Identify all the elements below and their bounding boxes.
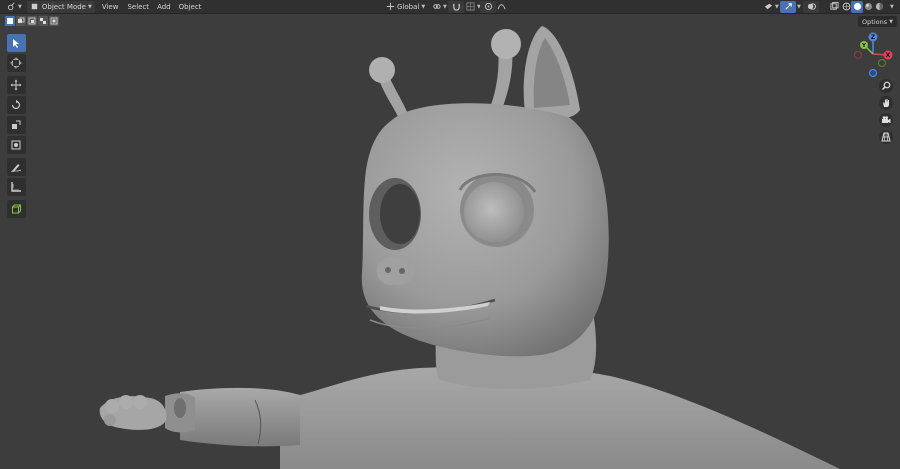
pivot-point-dropdown[interactable]: ▼ [428, 1, 450, 13]
navigation-gizmo[interactable]: Z X Y [852, 32, 894, 80]
chevron-down-icon: ▼ [18, 3, 22, 10]
select-intersect-icon [50, 17, 58, 25]
visibility-dropdown[interactable]: ▼ [760, 1, 782, 13]
select-new-icon [7, 18, 13, 24]
select-cursor-icon [13, 39, 19, 48]
rendered-shading-icon [874, 2, 884, 12]
chevron-down-icon: ▼ [797, 3, 801, 10]
falloff-curve-icon [496, 2, 506, 12]
tool-scale[interactable] [6, 116, 26, 134]
menu-view[interactable]: View [99, 1, 122, 13]
menu-add[interactable]: Add [154, 1, 174, 13]
axis-neg-z-handle [868, 68, 878, 78]
transform-icon [11, 140, 21, 150]
select-extend-icon [18, 17, 25, 23]
snap-magnet-icon [451, 2, 461, 12]
select-extend-button[interactable] [16, 16, 26, 26]
zoom-button[interactable] [879, 79, 893, 93]
viewport-header: ▼ Object Mode ▼ View Select Add Object G… [0, 0, 900, 14]
measure-ruler-icon [11, 182, 21, 192]
select-subtract-icon [28, 17, 36, 25]
axis-neg-x-handle [853, 50, 863, 60]
axis-z-label: Z [871, 34, 876, 41]
chevron-down-icon: ▼ [443, 3, 447, 10]
tool-transform[interactable] [6, 136, 26, 154]
pan-hand-icon [883, 99, 889, 107]
select-new-button[interactable] [5, 16, 15, 26]
tool-move[interactable] [6, 76, 26, 94]
chevron-down-icon: ▼ [421, 3, 426, 10]
falloff-dropdown[interactable] [493, 1, 509, 13]
proportional-edit-icon [483, 2, 493, 12]
chevron-down-icon: ▼ [889, 18, 893, 25]
options-dropdown[interactable]: Options ▼ [858, 16, 897, 27]
solid-shading-icon [852, 2, 862, 12]
menu-select[interactable]: Select [124, 1, 152, 13]
tool-annotate[interactable] [6, 158, 26, 176]
tool-shelf [6, 34, 26, 220]
grid-view-icon [881, 132, 891, 142]
object-mode-icon [30, 2, 40, 12]
transform-orientation-dropdown[interactable]: Global ▼ [382, 1, 428, 13]
chevron-down-icon: ▼ [87, 3, 92, 10]
shading-rendered-button[interactable] [873, 1, 885, 13]
axis-x-label: X [886, 52, 891, 59]
chevron-down-icon: ▼ [775, 3, 779, 10]
mode-dropdown[interactable]: Object Mode ▼ [26, 0, 95, 13]
selection-mode-group [5, 16, 59, 26]
shading-options-dropdown[interactable]: ▼ [885, 1, 897, 13]
annotate-pencil-icon [10, 164, 22, 173]
rotate-icon [11, 99, 21, 110]
options-label: Options [862, 17, 888, 26]
tool-select-box[interactable] [6, 34, 26, 52]
overlays-icon [806, 2, 816, 12]
tool-add-cube[interactable] [6, 200, 26, 218]
snap-increment-icon [465, 2, 475, 12]
scale-icon [12, 120, 21, 129]
add-cube-icon [12, 204, 21, 214]
pan-button[interactable] [879, 96, 893, 110]
character-mesh [99, 26, 840, 469]
select-subtract-button[interactable] [27, 16, 37, 26]
overlays-toggle[interactable] [803, 0, 819, 13]
wireframe-shading-icon [841, 2, 851, 12]
editor-type-icon [6, 2, 16, 12]
orientation-icon [385, 2, 395, 12]
visibility-icon [763, 2, 773, 12]
move-icon [10, 79, 22, 91]
cursor-3d-icon [10, 57, 22, 69]
xray-icon [829, 2, 839, 12]
navigation-controls [879, 79, 893, 147]
pivot-icon [431, 2, 441, 12]
camera-icon [882, 116, 891, 124]
tool-measure[interactable] [6, 178, 26, 196]
tool-cursor[interactable] [6, 54, 26, 72]
camera-view-button[interactable] [879, 113, 893, 127]
menu-object[interactable]: Object [176, 1, 205, 13]
3d-viewport[interactable] [0, 14, 900, 469]
tool-rotate[interactable] [6, 96, 26, 114]
select-intersect-button[interactable] [49, 16, 59, 26]
select-invert-icon [40, 18, 46, 24]
editor-type-button[interactable]: ▼ [3, 1, 25, 13]
axis-neg-y-handle [877, 58, 887, 68]
mode-label: Object Mode [41, 2, 86, 11]
chevron-down-icon: ▼ [890, 3, 894, 10]
select-invert-button[interactable] [38, 16, 48, 26]
material-shading-icon [863, 2, 873, 12]
toggle-perspective-button[interactable] [879, 130, 893, 144]
orientation-label: Global [397, 2, 420, 11]
zoom-magnifier-icon [881, 81, 891, 91]
